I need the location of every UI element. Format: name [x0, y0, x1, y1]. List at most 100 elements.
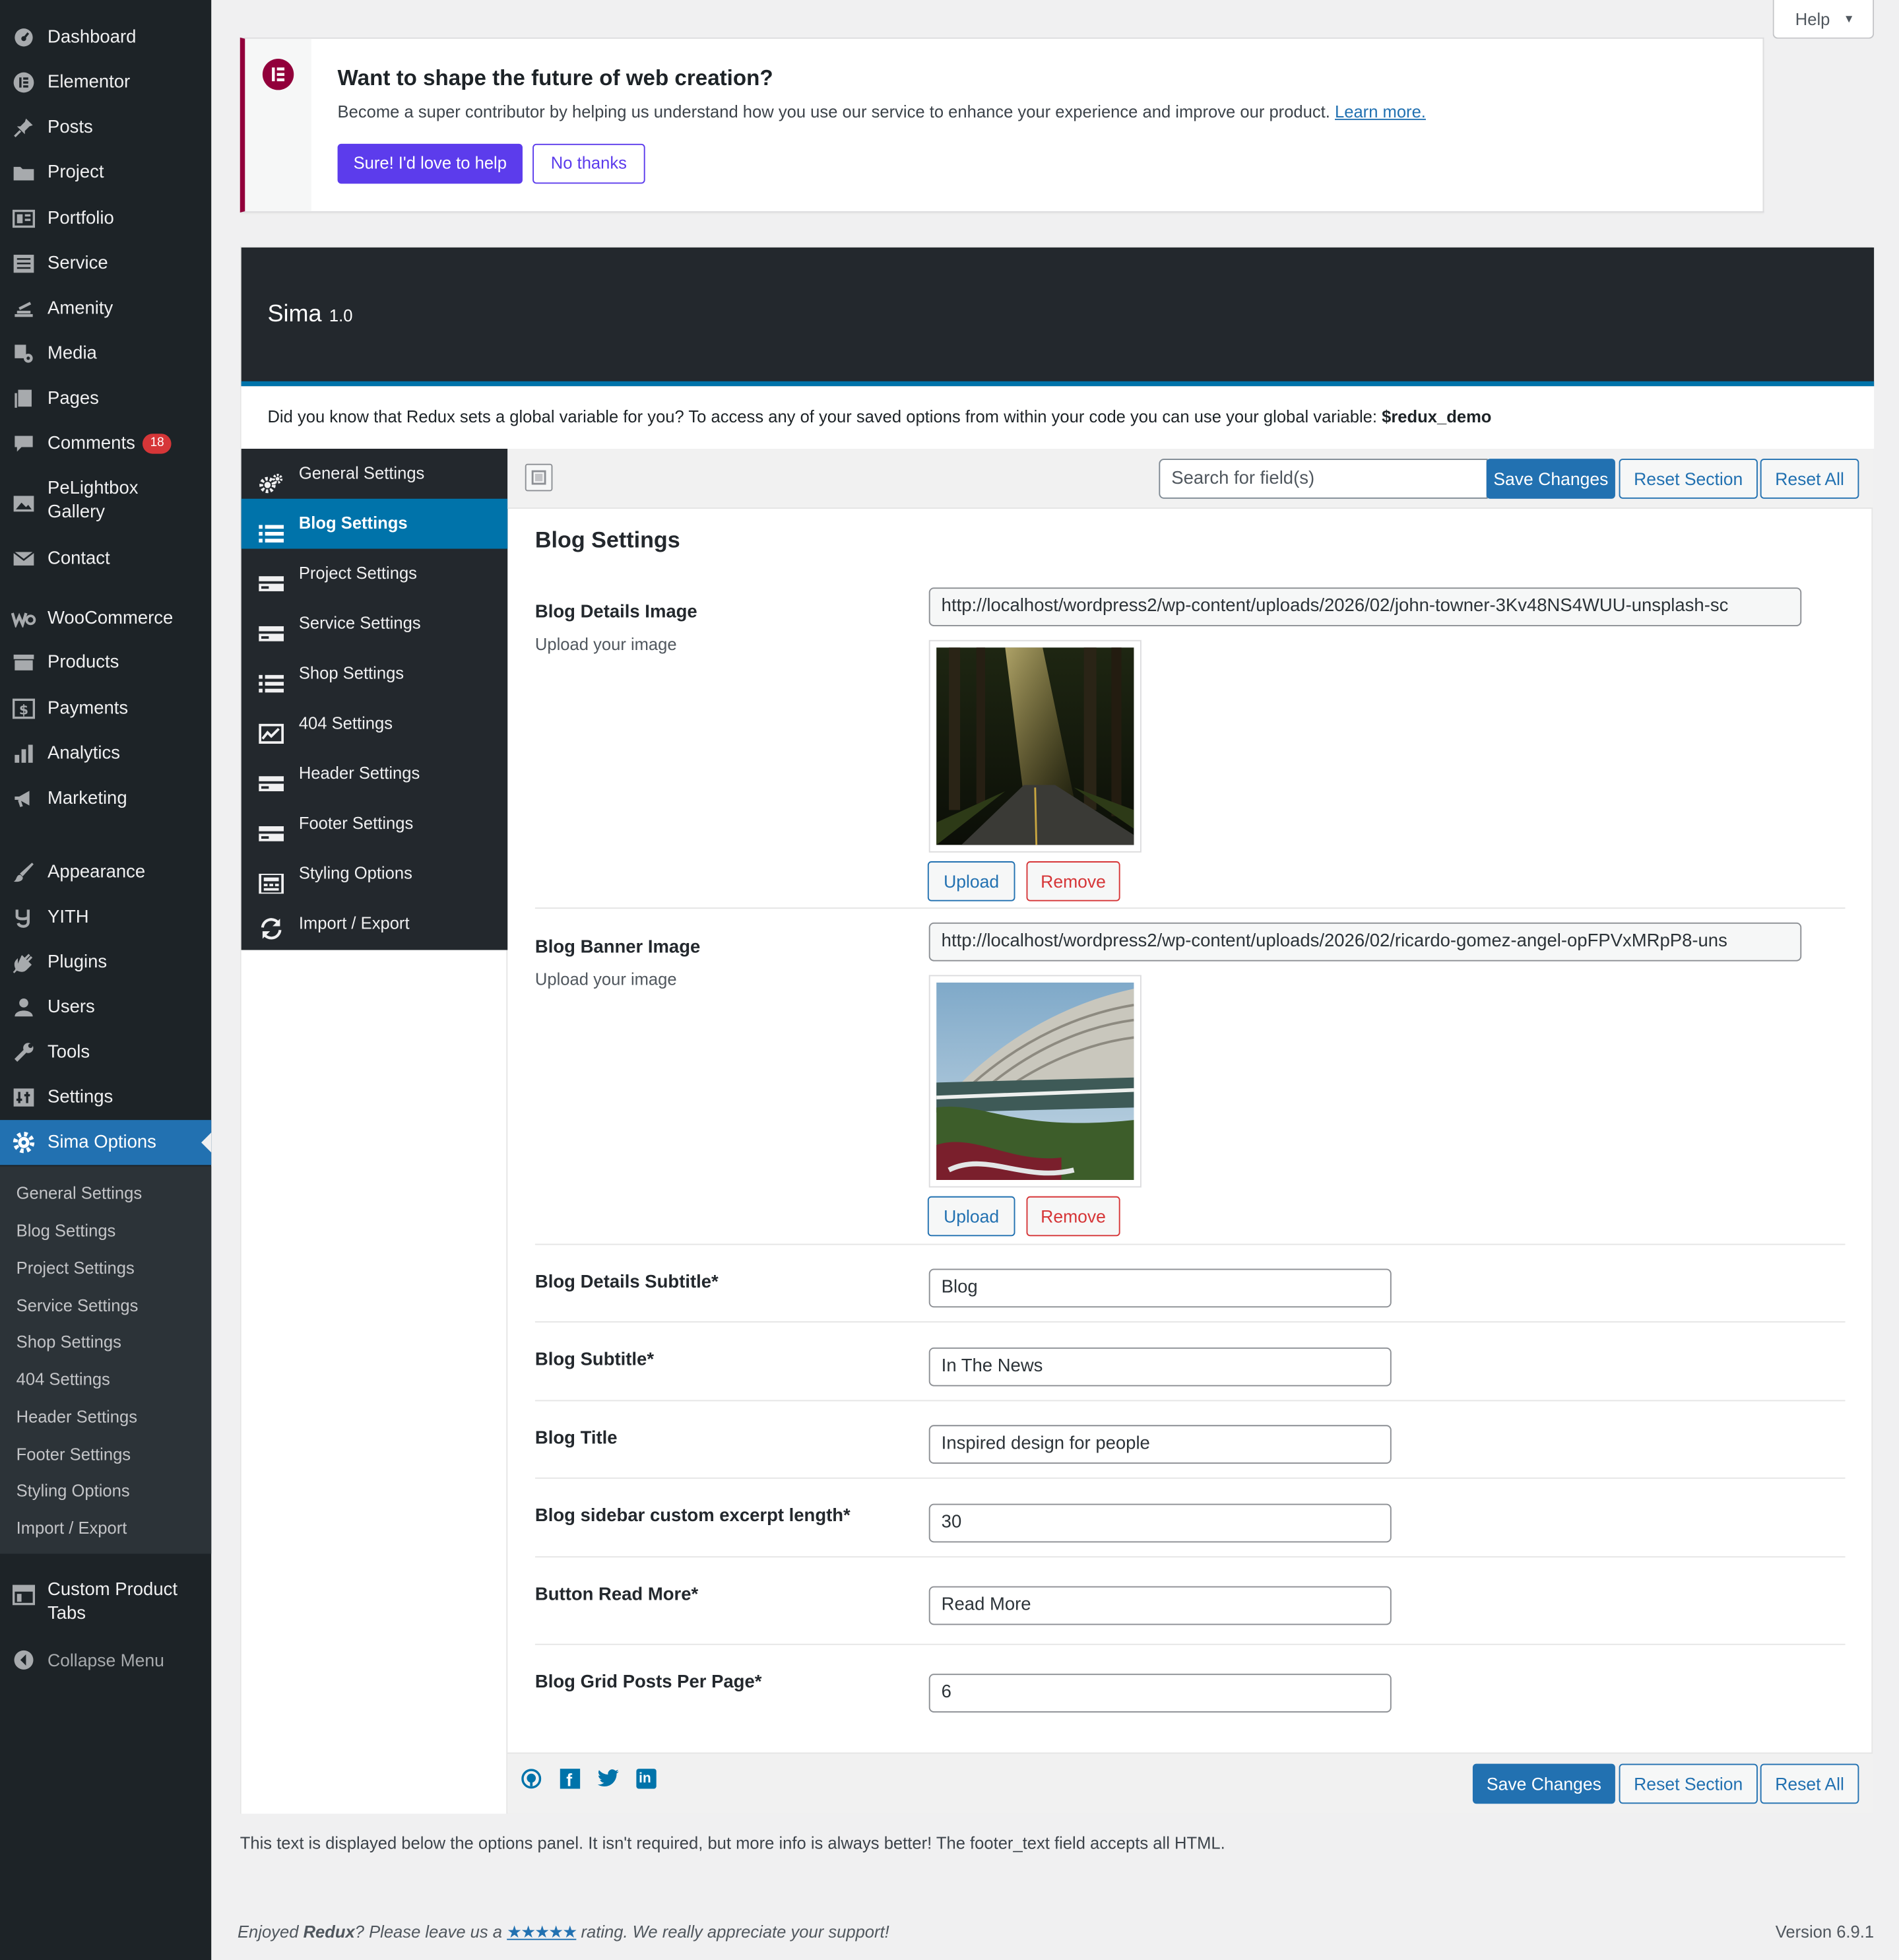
media-icon — [10, 340, 38, 368]
upload-button[interactable]: Upload — [927, 861, 1015, 901]
menu-item-elementor[interactable]: Elementor — [0, 60, 211, 105]
menu-item-pages[interactable]: Pages — [0, 376, 211, 421]
menu-item-analytics[interactable]: Analytics — [0, 731, 211, 776]
menu-item-pelightbox[interactable]: PeLightbox Gallery — [0, 476, 211, 527]
linkedin-icon[interactable]: in — [636, 1769, 657, 1789]
menu-item-custom-product-tabs[interactable]: Custom Product Tabs — [0, 1577, 211, 1627]
collapse-icon — [10, 1647, 38, 1674]
menu-item-products[interactable]: Products — [0, 640, 211, 685]
twitter-icon[interactable] — [597, 1769, 619, 1794]
field-subtitle: Upload your image — [534, 635, 677, 654]
submenu-item[interactable]: Service Settings — [16, 1296, 139, 1315]
excerpt-length-input[interactable]: 30 — [928, 1503, 1392, 1543]
submenu-item[interactable]: Import / Export — [16, 1519, 127, 1537]
menu-item-payments[interactable]: $ Payments — [0, 686, 211, 731]
learn-more-link[interactable]: Learn more. — [1335, 102, 1426, 121]
github-icon[interactable] — [521, 1769, 542, 1795]
menu-item-marketing[interactable]: Marketing — [0, 776, 211, 821]
facebook-icon[interactable]: f — [560, 1769, 581, 1790]
submenu-item[interactable]: Project Settings — [16, 1258, 135, 1277]
menu-item-posts[interactable]: Posts — [0, 105, 211, 150]
menu-item-portfolio[interactable]: Portfolio — [0, 196, 211, 241]
field-search-input[interactable]: Search for field(s) — [1159, 459, 1488, 499]
yith-icon — [10, 903, 38, 931]
megaphone-icon — [10, 785, 38, 813]
section-import-export[interactable]: Import / Export — [241, 899, 508, 949]
menu-item-media[interactable]: Media — [0, 331, 211, 376]
footer-save-changes-button[interactable]: Save Changes — [1472, 1763, 1615, 1804]
menu-item-tools[interactable]: Tools — [0, 1030, 211, 1075]
reset-section-button[interactable]: Reset Section — [1619, 459, 1758, 499]
menu-item-project[interactable]: Project — [0, 150, 211, 195]
grid-posts-per-page-input[interactable]: 6 — [928, 1674, 1392, 1713]
menu-item-plugins[interactable]: Plugins — [0, 940, 211, 985]
wrench-icon — [10, 1039, 38, 1066]
field-label: Blog Subtitle* — [534, 1350, 655, 1370]
menu-item-contact[interactable]: Contact — [0, 537, 211, 581]
divider — [534, 1321, 1846, 1323]
dashboard-icon — [10, 24, 38, 51]
blog-title-input[interactable]: Inspired design for people — [928, 1425, 1392, 1464]
submenu-item[interactable]: General Settings — [16, 1184, 143, 1202]
redux-action-bar: Search for field(s) Save Changes Reset S… — [507, 448, 1873, 509]
menu-item-woocommerce[interactable]: WooCommerce — [0, 597, 211, 641]
upload-button[interactable]: Upload — [927, 1196, 1015, 1237]
submenu-item[interactable]: 404 Settings — [16, 1370, 110, 1388]
elementor-icon — [10, 69, 38, 96]
blog-subtitle-input[interactable]: In The News — [928, 1347, 1392, 1387]
section-service-settings[interactable]: Service Settings — [241, 599, 508, 649]
submenu-item[interactable]: Shop Settings — [16, 1332, 121, 1351]
section-404-settings[interactable]: 404 Settings — [241, 699, 508, 749]
expand-options-button[interactable] — [525, 463, 553, 492]
section-project-settings[interactable]: Project Settings — [241, 549, 508, 599]
section-styling-options[interactable]: Styling Options — [241, 849, 508, 899]
footer-reset-section-button[interactable]: Reset Section — [1619, 1763, 1758, 1804]
notice-decline-button[interactable]: No thanks — [532, 143, 645, 184]
rating-stars-link[interactable]: ★★★★★ — [507, 1922, 577, 1941]
collapse-menu-button[interactable]: Collapse Menu — [0, 1637, 211, 1682]
section-header-settings[interactable]: Header Settings — [241, 749, 508, 799]
notice-accept-button[interactable]: Sure! I'd love to help — [337, 143, 523, 184]
blog-details-subtitle-input[interactable]: Blog — [928, 1268, 1392, 1308]
submenu-item[interactable]: Header Settings — [16, 1408, 137, 1426]
blog-banner-image-url-field[interactable]: http://localhost/wordpress2/wp-content/u… — [928, 922, 1802, 962]
menu-item-amenity[interactable]: Amenity — [0, 286, 211, 331]
section-general-settings[interactable]: General Settings — [241, 449, 508, 499]
menu-item-sima-options[interactable]: Sima Options — [0, 1120, 212, 1165]
expand-icon — [531, 470, 546, 485]
menu-item-users[interactable]: Users — [0, 985, 211, 1030]
section-footer-settings[interactable]: Footer Settings — [241, 799, 508, 849]
brush-icon — [10, 859, 38, 886]
notice-icon-column — [245, 38, 311, 212]
admin-menu: Dashboard Elementor Posts Project Portfo… — [0, 0, 212, 1960]
remove-button[interactable]: Remove — [1026, 861, 1120, 901]
amenity-icon — [10, 295, 38, 323]
remove-button[interactable]: Remove — [1026, 1196, 1120, 1237]
list-icon — [259, 664, 284, 693]
menu-item-service[interactable]: Service — [0, 242, 211, 286]
submenu-item[interactable]: Footer Settings — [16, 1445, 131, 1464]
field-label: Button Read More* — [534, 1584, 699, 1606]
options-footer-text: This text is displayed below the options… — [240, 1833, 1225, 1853]
save-changes-button[interactable]: Save Changes — [1486, 459, 1615, 499]
redux-header: Sima 1.0 — [241, 247, 1875, 387]
menu-item-dashboard[interactable]: Dashboard — [0, 15, 211, 60]
notice-text: Become a super contributor by helping us… — [337, 102, 1426, 121]
read-more-input[interactable]: Read More — [928, 1586, 1392, 1625]
blog-details-image-url-field[interactable]: http://localhost/wordpress2/wp-content/u… — [928, 587, 1802, 626]
section-blog-settings[interactable]: Blog Settings — [241, 498, 508, 549]
section-shop-settings[interactable]: Shop Settings — [241, 649, 508, 699]
submenu-item[interactable]: Blog Settings — [16, 1222, 116, 1240]
menu-item-settings[interactable]: Settings — [0, 1075, 211, 1120]
menu-item-yith[interactable]: YITH — [0, 895, 211, 940]
menu-item-appearance[interactable]: Appearance — [0, 850, 211, 895]
help-tab-button[interactable]: Help ▼ — [1772, 0, 1875, 39]
blog-banner-image-preview — [928, 975, 1142, 1188]
reset-all-button[interactable]: Reset All — [1760, 459, 1859, 499]
layout-icon — [259, 864, 284, 896]
admin-footer-text: Enjoyed Redux? Please leave us a ★★★★★ r… — [237, 1922, 889, 1942]
menu-item-comments[interactable]: Comments 18 — [0, 421, 211, 466]
footer-reset-all-button[interactable]: Reset All — [1760, 1763, 1859, 1804]
submenu-item[interactable]: Styling Options — [16, 1482, 130, 1500]
field-label: Blog Details Subtitle* — [534, 1272, 719, 1293]
